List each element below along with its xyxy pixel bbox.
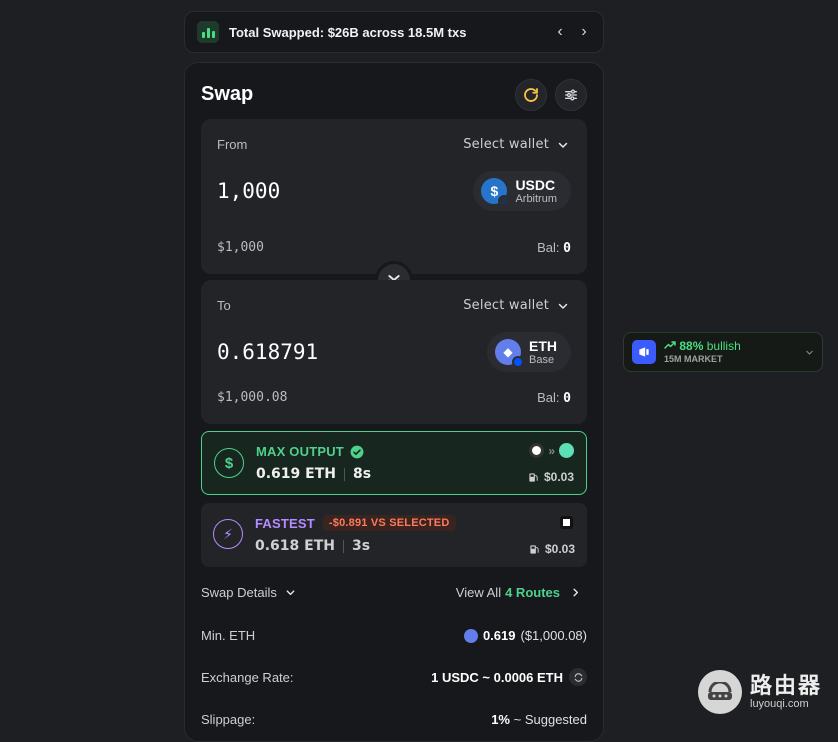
settings-button[interactable]: [555, 79, 587, 111]
swap-details-toggle[interactable]: Swap Details: [201, 585, 296, 600]
banner-text: Total Swapped: $26B across 18.5M txs: [229, 24, 467, 40]
balance-label: Bal:: [537, 240, 560, 255]
lightning-icon: ⚡: [213, 519, 243, 549]
watermark-cn: 路由器: [750, 672, 823, 698]
arbitrum-icon: [498, 195, 511, 207]
chevron-down-icon: [286, 590, 295, 596]
swap-title: Swap: [201, 83, 254, 105]
slippage-value: 1% ~ Suggested: [491, 712, 587, 727]
to-token-symbol: ETH: [529, 337, 557, 354]
view-all-label: View All: [455, 585, 502, 600]
gas-value: $0.03: [543, 470, 574, 484]
chevron-down-icon: [558, 142, 568, 148]
market-label: 15M MARKET: [664, 354, 723, 364]
gas-value: $0.03: [544, 542, 575, 556]
from-amount-input[interactable]: 1,000: [217, 179, 280, 203]
watermark-url: luyouqi.com: [750, 697, 809, 710]
chevron-right-icon: [573, 588, 579, 597]
routes-count: 4 Routes: [505, 585, 560, 600]
route-title: MAX OUTPUT: [256, 444, 344, 459]
from-select-wallet[interactable]: Select wallet: [463, 137, 569, 152]
dollar-icon: $: [214, 448, 244, 478]
swap-arrows-icon: [574, 672, 582, 682]
market-logo-icon: [632, 340, 656, 364]
route-time: 3s: [352, 538, 371, 554]
gas-pump-icon: [529, 472, 538, 482]
sliders-icon: [565, 89, 577, 101]
select-wallet-label: Select wallet: [463, 298, 549, 313]
route-amount: 0.618 ETH: [255, 538, 335, 554]
route-amount-time: 0.618 ETH 3s: [255, 538, 370, 554]
gas-pump-icon: [530, 544, 539, 554]
route-diff-badge: -$0.891 VS SELECTED: [322, 515, 456, 531]
bar-chart-icon: [197, 21, 219, 43]
exchange-rate-value: 1 USDC ~ 0.0006 ETH: [431, 668, 587, 686]
watermark: 路由器 luyouqi.com: [698, 670, 822, 714]
provider-logo-icon: [560, 516, 573, 529]
market-percent: 88%: [679, 339, 704, 353]
min-eth-amount: 0.619: [482, 628, 516, 643]
from-token-symbol: USDC: [515, 176, 556, 193]
to-usd-value: $1,000.08: [217, 390, 288, 405]
from-label: From: [217, 137, 248, 152]
chevron-down-icon: [558, 303, 568, 309]
eth-glyph: ◆: [503, 345, 513, 359]
from-token-network: Arbitrum: [515, 192, 557, 205]
eth-icon: ◆: [495, 339, 524, 368]
route-time: 8s: [353, 466, 372, 482]
refresh-button[interactable]: [515, 79, 547, 111]
from-panel: From Select wallet 1,000 $ USDC Arbitrum…: [201, 119, 587, 274]
trend-up-icon: [664, 341, 676, 349]
min-eth-usd: ($1,000.08): [520, 628, 588, 643]
usdc-icon: $: [481, 178, 511, 207]
base-icon: [512, 356, 524, 368]
slippage-note: ~ Suggested: [513, 712, 587, 727]
route-arrow-icon: »: [548, 443, 555, 458]
market-sentiment: bullish: [706, 339, 741, 353]
from-token-selector[interactable]: $ USDC Arbitrum: [473, 171, 571, 211]
usdc-glyph: $: [490, 183, 499, 199]
stats-banner: Total Swapped: $26B across 18.5M txs ‹ ›: [184, 11, 604, 53]
router-logo-icon: [698, 670, 742, 714]
route-max-output[interactable]: $ MAX OUTPUT 0.619 ETH 8s » $0.03: [201, 431, 587, 495]
dex-provider-icon: [559, 443, 574, 458]
to-amount-output: 0.618791: [217, 340, 319, 364]
balance-value: 0: [563, 241, 571, 256]
to-token-selector[interactable]: ◆ ETH Base: [487, 332, 571, 372]
to-balance: Bal: 0: [537, 390, 571, 406]
route-title: FASTEST: [255, 515, 315, 531]
from-usd-value: $1,000: [217, 240, 264, 255]
min-eth-label: Min. ETH: [201, 628, 256, 643]
slippage-percent: 1%: [491, 712, 510, 727]
balance-label: Bal:: [537, 390, 560, 405]
route-amount-time: 0.619 ETH 8s: [256, 466, 371, 482]
chevron-right-icon[interactable]: ›: [577, 23, 591, 41]
route-gas: $0.03: [528, 470, 574, 484]
to-panel: To Select wallet 0.618791 ◆ ETH Base $1,…: [201, 280, 587, 424]
route-fastest[interactable]: ⚡ FASTEST -$0.891 VS SELECTED 0.618 ETH 3…: [201, 503, 587, 567]
to-label: To: [217, 298, 231, 313]
chevron-left-icon[interactable]: ‹: [553, 23, 567, 41]
bridge-provider-icon: [529, 443, 545, 458]
to-token-network: Base: [529, 353, 555, 366]
select-wallet-label: Select wallet: [463, 137, 549, 152]
swap-card: Swap From Select wallet 1,000 $ USDC Arb…: [184, 62, 604, 742]
from-balance: Bal: 0: [537, 240, 571, 256]
view-all-routes-link[interactable]: View All 4 Routes: [456, 585, 581, 600]
swap-details-label: Swap Details: [201, 585, 277, 600]
swap-rate-button[interactable]: [569, 668, 587, 686]
route-gas: $0.03: [529, 542, 575, 556]
market-widget[interactable]: 88% bullish 15M MARKET: [623, 332, 823, 372]
chevron-down-icon: [806, 350, 813, 355]
min-eth-value: 0.619 ($1,000.08): [463, 628, 588, 643]
to-select-wallet[interactable]: Select wallet: [463, 298, 569, 313]
exchange-rate-text: 1 USDC ~ 0.0006 ETH: [431, 669, 563, 685]
slippage-label: Slippage:: [201, 712, 256, 727]
eth-icon: [463, 628, 478, 643]
route-amount: 0.619 ETH: [256, 466, 336, 482]
balance-value: 0: [563, 391, 571, 406]
check-circle-icon: [350, 445, 364, 458]
exchange-rate-label: Exchange Rate:: [201, 670, 294, 685]
refresh-icon: [524, 88, 538, 102]
